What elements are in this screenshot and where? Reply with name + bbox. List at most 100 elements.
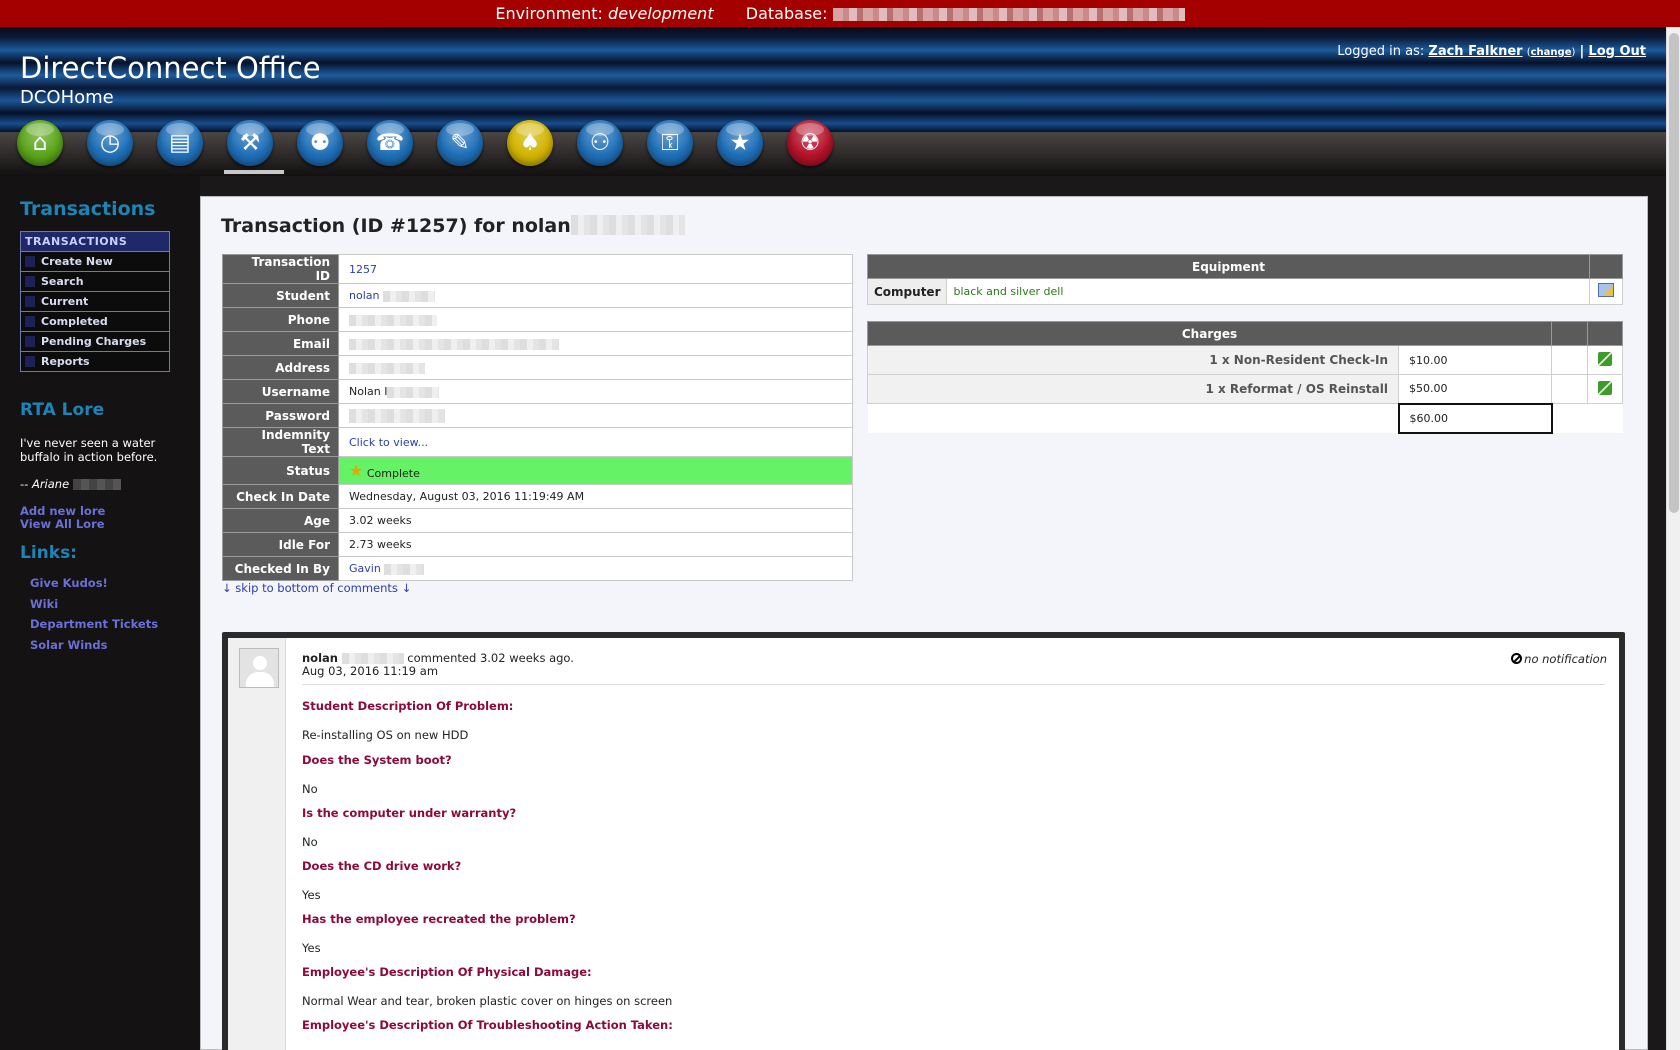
star-icon: ★ bbox=[349, 461, 364, 480]
avatar bbox=[239, 648, 279, 688]
answer-text: Yes bbox=[302, 941, 321, 955]
row-check-in-date: Check In Date Wednesday, August 03, 2016 … bbox=[222, 484, 853, 509]
comment: nolan commented 3.02 weeks ago. Aug 03, … bbox=[228, 638, 1619, 1050]
scrollbar-thumb[interactable] bbox=[1669, 33, 1679, 513]
group-icon[interactable]: ⚇ bbox=[577, 120, 623, 166]
row-password: Password bbox=[222, 403, 853, 428]
phone-redacted bbox=[349, 314, 437, 326]
db-name-redacted bbox=[832, 8, 1185, 21]
label-password: Password bbox=[222, 403, 339, 428]
idle-for-value: 2.73 weeks bbox=[338, 532, 853, 557]
charge-row: 1 x Reformat / OS Reinstall $50.00 bbox=[867, 374, 1623, 404]
env-label: Environment: bbox=[495, 4, 603, 23]
star-icon[interactable]: ★ bbox=[717, 120, 763, 166]
title-name-redacted bbox=[570, 215, 685, 235]
tools-icon[interactable]: ⚒ bbox=[227, 120, 273, 166]
radiation-icon[interactable]: ☢ bbox=[787, 120, 833, 166]
menu-item-create-new[interactable]: Create New bbox=[21, 251, 169, 271]
people-icon[interactable]: ⚉ bbox=[297, 120, 343, 166]
label-check-in-date: Check In Date bbox=[222, 484, 339, 509]
logout-link[interactable]: Log Out bbox=[1588, 44, 1646, 59]
sidebar: Transactions TRANSACTIONS Create New Sea… bbox=[0, 176, 200, 1050]
ticket-icon[interactable]: ▤ bbox=[157, 120, 203, 166]
row-username: Username Nolan I bbox=[222, 379, 853, 404]
check-in-date-value: Wednesday, August 03, 2016 11:19:49 AM bbox=[338, 484, 853, 509]
label-phone: Phone bbox=[222, 307, 339, 332]
label-student: Student bbox=[222, 283, 339, 308]
row-idle-for: Idle For 2.73 weeks bbox=[222, 532, 853, 557]
edit-charge-icon[interactable] bbox=[1598, 351, 1612, 366]
link-solar-winds[interactable]: Solar Winds bbox=[30, 638, 107, 652]
links-heading: Links: bbox=[20, 543, 77, 563]
password-redacted bbox=[349, 408, 445, 423]
indemnity-link[interactable]: Click to view... bbox=[349, 436, 428, 449]
home-icon[interactable]: ⌂ bbox=[17, 120, 63, 166]
label-age: Age bbox=[222, 508, 339, 533]
charge-description: 1 x Reformat / OS Reinstall bbox=[867, 374, 1399, 404]
user-name-link[interactable]: Zach Falkner bbox=[1428, 44, 1522, 59]
phone-icon[interactable]: ☎ bbox=[367, 120, 413, 166]
charge-description: 1 x Non-Resident Check-In bbox=[867, 345, 1399, 375]
comment-header: nolan commented 3.02 weeks ago. Aug 03, … bbox=[302, 652, 574, 678]
view-lore-link[interactable]: View All Lore bbox=[20, 517, 105, 531]
page-scrollbar[interactable] bbox=[1666, 27, 1680, 1050]
row-email: Email bbox=[222, 331, 853, 356]
link-wiki[interactable]: Wiki bbox=[30, 597, 58, 611]
db-label: Database: bbox=[745, 4, 828, 23]
menu-item-search[interactable]: Search bbox=[21, 271, 169, 291]
add-lore-link[interactable]: Add new lore bbox=[20, 504, 105, 518]
skip-to-bottom-link[interactable]: ↓ skip to bottom of comments ↓ bbox=[222, 581, 411, 595]
username-redacted bbox=[387, 386, 440, 398]
question-label: Has the employee recreated the problem? bbox=[302, 912, 576, 926]
equipment-description: black and silver dell bbox=[946, 278, 1590, 305]
menu-header: TRANSACTIONS bbox=[21, 232, 169, 251]
label-email: Email bbox=[222, 331, 339, 356]
student-link[interactable]: nolan bbox=[349, 289, 379, 302]
link-department-tickets[interactable]: Department Tickets bbox=[30, 617, 158, 631]
answer-text: Normal Wear and tear, broken plastic cov… bbox=[302, 994, 673, 1008]
transaction-id-link[interactable]: 1257 bbox=[349, 263, 377, 276]
clock-icon[interactable]: ◷ bbox=[87, 120, 133, 166]
key-icon[interactable]: ⚿ bbox=[647, 120, 693, 166]
charges-total-row: $60.00 bbox=[867, 402, 1623, 434]
equipment-row: Computer black and silver dell bbox=[866, 278, 1623, 305]
label-idle-for: Idle For bbox=[222, 532, 339, 557]
row-transaction-id: Transaction ID 1257 bbox=[222, 254, 853, 284]
menu-item-completed[interactable]: Completed bbox=[21, 311, 169, 331]
status-cell: ★ Complete bbox=[338, 456, 853, 485]
row-phone: Phone bbox=[222, 307, 853, 332]
question-label: Is the computer under warranty? bbox=[302, 806, 517, 820]
transactions-menu: TRANSACTIONS Create New Search Current C… bbox=[20, 231, 170, 372]
app-title: DirectConnect Office bbox=[20, 51, 321, 85]
menu-item-current[interactable]: Current bbox=[21, 291, 169, 311]
edit-charge-icon[interactable] bbox=[1598, 380, 1612, 395]
charge-amount: $50.00 bbox=[1398, 374, 1552, 404]
link-give-kudos[interactable]: Give Kudos! bbox=[30, 576, 108, 590]
pen-icon[interactable]: ✎ bbox=[437, 120, 483, 166]
comment-date: Aug 03, 2016 11:19 am bbox=[302, 664, 439, 678]
menu-item-reports[interactable]: Reports bbox=[21, 351, 169, 371]
charge-amount: $10.00 bbox=[1398, 345, 1552, 375]
checked-in-by-link[interactable]: Gavin bbox=[349, 562, 381, 575]
menu-item-pending-charges[interactable]: Pending Charges bbox=[21, 331, 169, 351]
row-age: Age 3.02 weeks bbox=[222, 508, 853, 533]
label-username: Username bbox=[222, 379, 339, 404]
charges-total: $60.00 bbox=[1397, 402, 1553, 434]
email-redacted[interactable] bbox=[349, 338, 559, 350]
edit-equipment-icon[interactable] bbox=[1598, 283, 1614, 297]
spade-icon[interactable]: ♠ bbox=[507, 120, 553, 166]
question-label: Does the CD drive work? bbox=[302, 859, 462, 873]
lore-box: I've never seen a water buffalo in actio… bbox=[20, 436, 180, 491]
charges-table: Charges 1 x Non-Resident Check-In $10.00 … bbox=[867, 321, 1623, 434]
label-transaction-id: Transaction ID bbox=[222, 254, 339, 284]
equipment-table: Equipment Computer black and silver dell bbox=[866, 254, 1623, 305]
checked-in-by-redacted bbox=[384, 563, 425, 575]
question-label: Does the System boot? bbox=[302, 753, 452, 767]
nav-active-indicator bbox=[224, 170, 284, 174]
row-status: Status ★ Complete bbox=[222, 456, 853, 485]
page-title: Transaction (ID #1257) for nolan bbox=[221, 215, 685, 237]
equipment-heading: Equipment bbox=[867, 254, 1590, 279]
lore-quote: I've never seen a water buffalo in actio… bbox=[20, 436, 158, 464]
username-value: Nolan I bbox=[349, 385, 388, 398]
change-user-link[interactable]: change bbox=[1531, 47, 1572, 58]
